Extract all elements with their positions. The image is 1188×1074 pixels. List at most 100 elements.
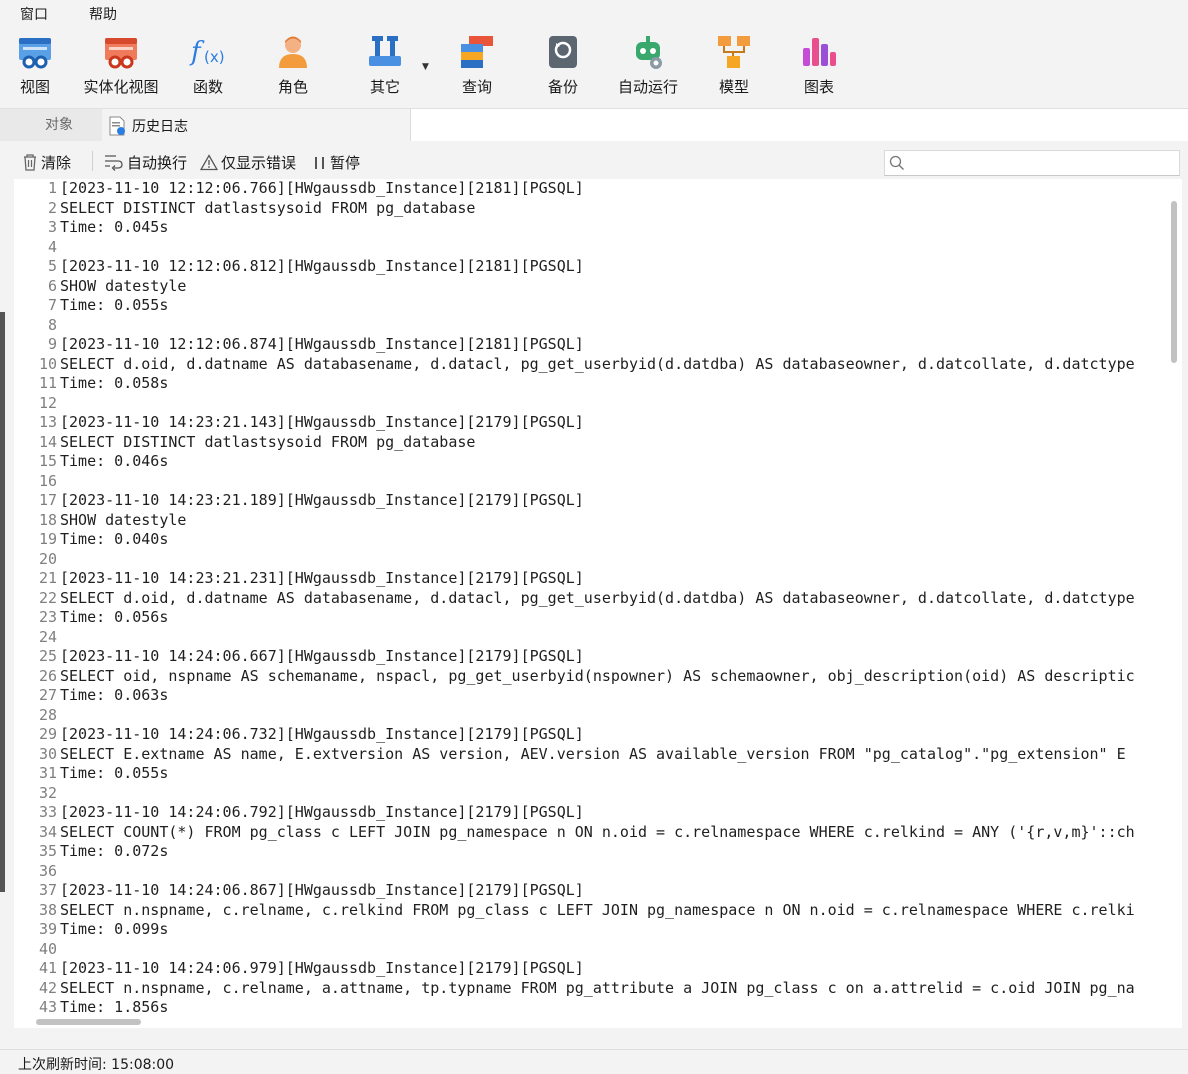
pause-label: 暂停 [330,154,361,172]
menu-window[interactable]: 窗口 [20,4,48,24]
log-text: SHOW datestyle [60,510,187,529]
warning-icon [199,154,219,175]
line-number: 24 [38,627,57,646]
model-button[interactable]: 模型 [692,32,776,97]
log-text: [2023-11-10 14:23:21.189][HWgaussdb_Inst… [60,491,584,509]
log-text: Time: 0.046s [60,452,169,470]
log-line: 6 SHOW datestyle [14,277,1166,297]
log-line: 18 SHOW datestyle [14,511,1166,531]
tab-objects[interactable]: 对象 [16,109,102,142]
clear-button[interactable]: 清除 [22,152,71,172]
log-line: 41 [2023-11-10 14:24:06.979][HWgaussdb_In… [14,959,1166,979]
log-text: [2023-11-10 14:24:06.667][HWgaussdb_Inst… [60,647,584,665]
line-number: 8 [47,315,57,334]
errors-only-label: 仅显示错误 [221,154,297,172]
log-text: SELECT COUNT(*) FROM pg_class c LEFT JOI… [60,822,1135,841]
window-edge [0,312,5,892]
line-number: 13 [38,413,57,431]
log-line: 27 Time: 0.063s [14,686,1166,706]
other-label: 其它 [369,78,400,96]
log-line: 3 Time: 0.045s [14,218,1166,238]
line-number: 28 [38,705,57,724]
log-line: 14 SELECT DISTINCT datlastsysoid FROM pg_… [14,433,1166,453]
log-text: [2023-11-10 14:23:21.231][HWgaussdb_Inst… [60,569,584,587]
line-number: 14 [38,432,57,451]
tab-history-log[interactable]: 历史日志 [102,109,410,142]
line-number: 5 [47,257,57,275]
query-icon [457,32,497,72]
log-text: [2023-11-10 14:24:06.792][HWgaussdb_Inst… [60,803,584,821]
auto-wrap-button[interactable]: 自动换行 [104,152,187,172]
line-number: 4 [47,237,57,256]
log-text: Time: 0.072s [60,842,169,860]
log-line: 33 [2023-11-10 14:24:06.792][HWgaussdb_In… [14,803,1166,823]
automation-button[interactable]: 自动运行 [606,32,690,97]
materialized-view-button[interactable]: 实体化视图 [79,32,163,97]
horizontal-scrollbar-thumb[interactable] [36,1019,141,1025]
other-dropdown-icon[interactable]: ▼ [422,62,429,72]
horizontal-scrollbar[interactable] [14,1014,1166,1028]
menu-help[interactable]: 帮助 [89,4,117,24]
view-icon [15,32,55,72]
log-text: SELECT d.oid, d.datname AS databasename,… [60,588,1135,607]
robot-icon [628,32,668,72]
log-text: Time: 0.063s [60,686,169,704]
line-number: 32 [38,783,57,802]
line-number: 20 [38,549,57,568]
log-line: 32 [14,784,1166,804]
vertical-scrollbar-thumb[interactable] [1171,201,1177,363]
tab-empty-area [410,109,1188,142]
materialized-view-icon [101,32,141,72]
pause-button[interactable]: 暂停 [313,152,360,172]
chart-button[interactable]: 图表 [777,32,861,97]
tab-bar: 对象 历史日志 [0,108,1188,142]
log-line: 42 SELECT n.nspname, c.relname, a.attname… [14,979,1166,999]
line-number: 3 [47,218,57,236]
log-line: 30 SELECT E.extname AS name, E.extversion… [14,745,1166,765]
log-line: 34 SELECT COUNT(*) FROM pg_class c LEFT J… [14,823,1166,843]
line-number: 25 [38,647,57,665]
log-viewer[interactable]: 1 [2023-11-10 12:12:06.766][HWgaussdb_Ins… [14,179,1182,1028]
line-number: 36 [38,861,57,880]
log-text: [2023-11-10 14:24:06.979][HWgaussdb_Inst… [60,959,584,977]
log-text: SELECT E.extname AS name, E.extversion A… [60,744,1126,763]
log-line: 1 [2023-11-10 12:12:06.766][HWgaussdb_Ins… [14,179,1166,199]
search-input[interactable] [909,153,1173,173]
role-button[interactable]: 角色 [251,32,335,97]
line-number: 30 [38,744,57,763]
log-line: 24 [14,628,1166,648]
line-number: 41 [38,959,57,977]
function-icon: f (x) [188,32,228,72]
tab-history-log-label: 历史日志 [132,119,188,135]
query-button[interactable]: 查询 [435,32,519,97]
log-line: 23 Time: 0.056s [14,608,1166,628]
other-button[interactable]: 其它 [343,32,427,97]
log-text: [2023-11-10 12:12:06.812][HWgaussdb_Inst… [60,257,584,275]
line-number: 39 [38,920,57,938]
log-line: 28 [14,706,1166,726]
log-text: SHOW datestyle [60,276,187,295]
errors-only-button[interactable]: 仅显示错误 [199,152,297,175]
log-line: 9 [2023-11-10 12:12:06.874][HWgaussdb_Ins… [14,335,1166,355]
log-line: 11 Time: 0.058s [14,374,1166,394]
line-number: 18 [38,510,57,529]
log-text: Time: 0.055s [60,764,169,782]
line-number: 34 [38,822,57,841]
line-number: 16 [38,471,57,490]
query-label: 查询 [461,78,492,96]
separator [92,151,93,171]
line-number: 22 [38,588,57,607]
log-text: SELECT d.oid, d.datname AS databasename,… [60,354,1135,373]
line-number: 7 [47,296,57,314]
backup-button[interactable]: 备份 [521,32,605,97]
vertical-scrollbar[interactable] [1166,179,1182,1028]
log-text: [2023-11-10 14:24:06.732][HWgaussdb_Inst… [60,725,584,743]
view-button[interactable]: 视图 [0,32,77,97]
log-text: SELECT n.nspname, c.relname, c.relkind F… [60,900,1135,919]
log-line: 15 Time: 0.046s [14,452,1166,472]
role-icon [273,32,313,72]
function-button[interactable]: f (x) 函数 [166,32,250,97]
auto-wrap-label: 自动换行 [127,154,188,172]
search-box[interactable] [884,150,1180,176]
log-line: 20 [14,550,1166,570]
